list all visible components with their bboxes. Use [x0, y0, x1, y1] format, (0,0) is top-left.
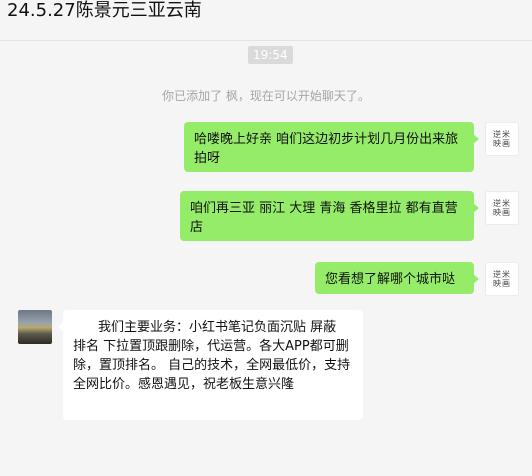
brand-logo-icon: 逆米 映画: [493, 130, 511, 148]
outgoing-message-bubble[interactable]: 哈喽晚上好亲 咱们这边初步计划几月份出来旅拍呀: [184, 122, 479, 172]
timestamp-chip: 19:54: [248, 46, 293, 64]
incoming-message-bubble[interactable]: 我们主要业务：小红书笔记负面沉贴 屏蔽 排名 下拉置顶跟删除，代运营。各大APP…: [58, 310, 363, 420]
outgoing-message-bubble[interactable]: 咱们再三亚 丽江 大理 青海 香格里拉 都有直营店: [180, 191, 479, 241]
avatar[interactable]: 逆米 映画: [485, 262, 519, 296]
chat-title[interactable]: 24.5.27陈景元三亚云南: [7, 0, 202, 22]
chat-header: 24.5.27陈景元三亚云南: [0, 0, 532, 41]
system-message: 你已添加了 枫，现在可以开始聊天了。: [162, 89, 370, 103]
brand-logo-icon: 逆米 映画: [493, 199, 511, 217]
contact-avatar[interactable]: [18, 310, 52, 344]
avatar[interactable]: 逆米 映画: [485, 191, 519, 225]
outgoing-message-bubble[interactable]: 您看想了解哪个城市哒: [315, 262, 479, 294]
avatar[interactable]: 逆米 映画: [485, 122, 519, 156]
brand-logo-icon: 逆米 映画: [493, 270, 511, 288]
